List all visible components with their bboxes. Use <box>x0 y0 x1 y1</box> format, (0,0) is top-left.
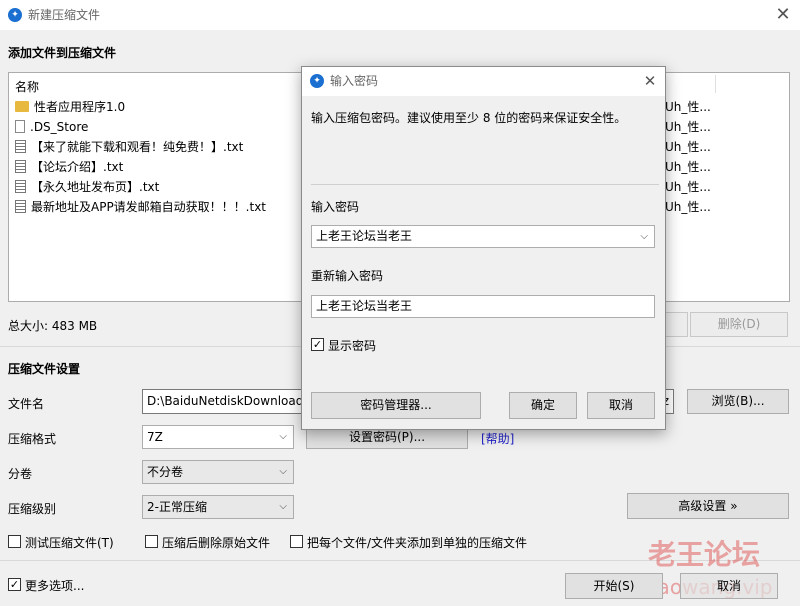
dialog-title: 输入密码 <box>330 74 379 88</box>
separate-archives-label[interactable]: 把每个文件/文件夹添加到单独的压缩文件 <box>307 534 527 551</box>
text-file-icon <box>15 200 26 213</box>
dialog-title-bar: ✦ 输入密码 ✕ <box>302 67 665 96</box>
delete-after-label[interactable]: 压缩后删除原始文件 <box>162 534 270 551</box>
start-button[interactable]: 开始(S) <box>565 573 663 599</box>
volume-select[interactable]: 不分卷 ⌵ <box>142 460 294 484</box>
format-select[interactable]: 7Z ⌵ <box>142 425 294 449</box>
file-icon <box>15 120 25 133</box>
password-input[interactable]: 上老王论坛当老王 ⌵ <box>311 225 655 248</box>
add-files-heading: 添加文件到压缩文件 <box>8 46 117 60</box>
column-divider[interactable] <box>715 75 716 93</box>
level-label: 压缩级别 <box>8 502 57 516</box>
password-dialog: ✦ 输入密码 ✕ 输入压缩包密码。建议使用至少 8 位的密码来保证安全性。 输入… <box>301 66 666 430</box>
delete-after-checkbox[interactable] <box>145 535 158 548</box>
filename-value: D:\BaiduNetdiskDownload <box>147 394 304 408</box>
app-logo-icon: ✦ <box>310 74 324 88</box>
dialog-cancel-button[interactable]: 取消 <box>587 392 655 419</box>
chevron-down-icon: ⌵ <box>279 431 287 442</box>
app-logo-icon: ✦ <box>8 8 22 22</box>
volume-label: 分卷 <box>8 467 33 481</box>
folder-icon <box>15 101 29 112</box>
window-title: 新建压缩文件 <box>28 8 101 22</box>
list-item-path: Uh_性... <box>665 160 711 174</box>
window-close-icon[interactable]: ✕ <box>770 0 796 30</box>
help-link[interactable]: [帮助] <box>481 430 514 447</box>
advanced-settings-button[interactable]: 高级设置 » <box>627 493 789 519</box>
more-options-checkbox[interactable]: ✓ <box>8 578 21 591</box>
level-select[interactable]: 2-正常压缩 ⌵ <box>142 495 294 519</box>
list-item-name: 【永久地址发布页】.txt <box>31 180 160 194</box>
chevron-down-icon: ⌵ <box>279 466 287 477</box>
text-file-icon <box>15 180 26 193</box>
list-item-name: 【论坛介绍】.txt <box>31 160 124 174</box>
format-label: 压缩格式 <box>8 432 57 446</box>
list-item-path: Uh_性... <box>665 180 711 194</box>
list-item-path: Uh_性... <box>665 120 711 134</box>
dialog-close-icon[interactable]: ✕ <box>638 67 662 96</box>
volume-value: 不分卷 <box>147 465 184 479</box>
show-password-checkbox[interactable]: ✓ <box>311 338 324 351</box>
password-value: 上老王论坛当老王 <box>316 229 413 243</box>
list-item-name: 性者应用程序1.0 <box>34 100 126 114</box>
cancel-button[interactable]: 取消 <box>680 573 778 599</box>
list-item-path: Uh_性... <box>665 100 711 114</box>
dialog-description: 输入压缩包密码。建议使用至少 8 位的密码来保证安全性。 <box>311 111 627 125</box>
reenter-password-input[interactable]: 上老王论坛当老王 <box>311 295 655 318</box>
separate-archives-checkbox[interactable] <box>290 535 303 548</box>
settings-heading: 压缩文件设置 <box>8 362 81 376</box>
total-size-text: 总大小: 483 MB <box>8 319 98 333</box>
level-value: 2-正常压缩 <box>147 500 207 514</box>
reenter-password-label: 重新输入密码 <box>311 269 384 283</box>
text-file-icon <box>15 140 26 153</box>
list-item-path: Uh_性... <box>665 140 711 154</box>
text-file-icon <box>15 160 26 173</box>
more-options-label[interactable]: 更多选项... <box>25 577 84 594</box>
filename-label: 文件名 <box>8 397 45 411</box>
show-password-label[interactable]: 显示密码 <box>328 337 376 354</box>
list-item-path: Uh_性... <box>665 200 711 214</box>
file-list-path-column: Uh_性... Uh_性... Uh_性... Uh_性... Uh_性... … <box>665 97 725 217</box>
list-item-name: 【来了就能下载和观看！纯免费！】.txt <box>31 140 244 154</box>
password-manager-button[interactable]: 密码管理器... <box>311 392 481 419</box>
chevron-down-icon[interactable]: ⌵ <box>640 226 648 247</box>
chevron-down-icon: ⌵ <box>279 501 287 512</box>
list-item-name: 最新地址及APP请发邮箱自动获取！！！.txt <box>31 200 267 214</box>
browse-button[interactable]: 浏览(B)... <box>687 389 789 414</box>
password-label: 输入密码 <box>311 200 360 214</box>
file-list-header-name[interactable]: 名称 <box>15 77 39 97</box>
dialog-divider <box>311 184 659 185</box>
test-archive-checkbox[interactable] <box>8 535 21 548</box>
watermark-text: 老王论坛 <box>648 538 761 571</box>
format-value: 7Z <box>147 430 163 444</box>
window-title-bar: ✦ 新建压缩文件 ✕ <box>0 0 800 30</box>
ok-button[interactable]: 确定 <box>509 392 577 419</box>
list-item-name: .DS_Store <box>30 120 89 134</box>
delete-button[interactable]: 删除(D) <box>690 312 788 337</box>
test-archive-label[interactable]: 测试压缩文件(T) <box>25 534 114 551</box>
reenter-password-value: 上老王论坛当老王 <box>316 299 413 313</box>
